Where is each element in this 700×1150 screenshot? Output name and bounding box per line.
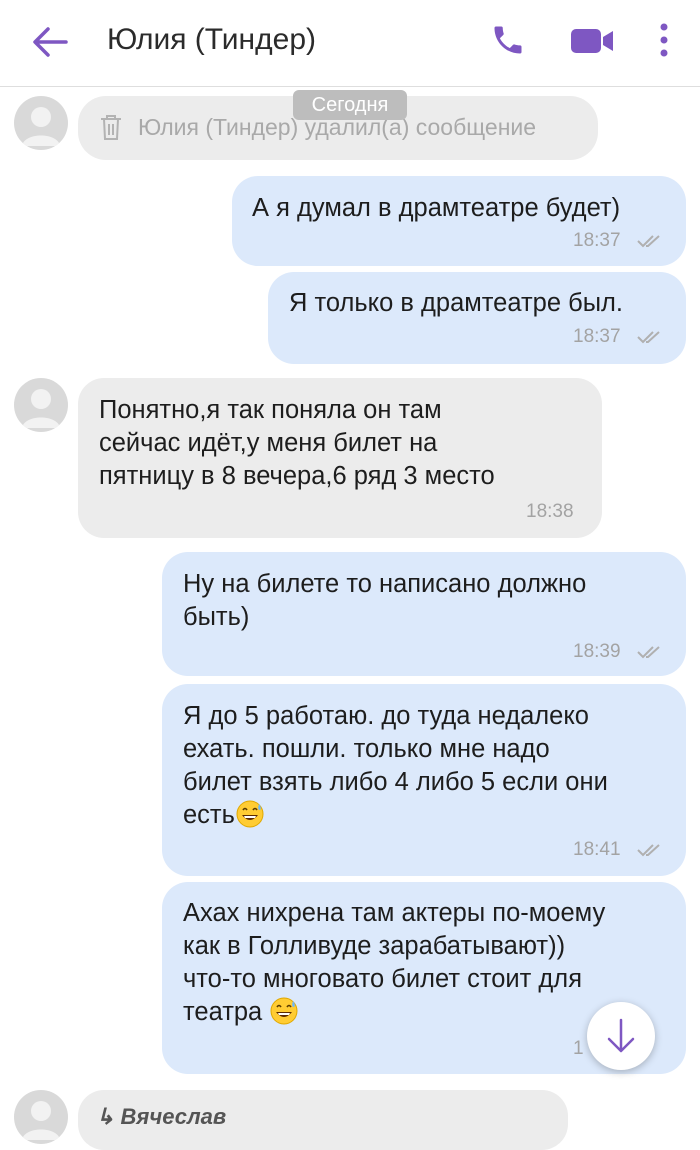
avatar[interactable] (14, 1090, 68, 1144)
call-button[interactable] (490, 22, 526, 58)
video-call-button[interactable] (568, 24, 616, 58)
double-check-icon (637, 331, 660, 344)
avatar[interactable] (14, 378, 68, 432)
message-text: Ну на билете то написано должно (183, 570, 587, 598)
arrow-down-icon (607, 1018, 635, 1053)
back-button[interactable] (30, 24, 70, 60)
message-text-with-emoji: есть (183, 799, 265, 832)
message-text: А я думал в драмтеатре будет) (252, 194, 621, 222)
chat-title[interactable]: Юлия (Тиндер) (107, 20, 316, 60)
message-text: билет взять либо 4 либо 5 если они (183, 768, 608, 796)
grinning-face-with-sweat-emoji (236, 800, 264, 828)
avatar[interactable] (14, 96, 68, 150)
message-time: 18:37 (573, 326, 621, 347)
message-text: Ахах нихрена там актеры по-моему (183, 899, 606, 927)
message-time: 18:39 (573, 641, 621, 662)
date-separator: Сегодня (293, 90, 407, 120)
message-text-with-emoji: театра (183, 996, 299, 1029)
trash-icon (101, 115, 121, 140)
message-time: 18:37 (573, 230, 621, 251)
message-text: Я до 5 работаю. до туда недалеко (183, 702, 589, 730)
message-text: как в Голливуде зарабатывают)) (183, 932, 566, 960)
message-text: Понятно,я так поняла он там (99, 396, 442, 424)
message-text: пятницу в 8 вечера,6 ряд 3 место (99, 462, 495, 490)
more-vertical-icon (660, 23, 668, 57)
back-arrow-icon (33, 27, 68, 57)
message-time: 18:41 (573, 839, 621, 860)
avatar-silhouette-icon (22, 389, 60, 428)
phone-icon (494, 26, 522, 54)
avatar-silhouette-icon (22, 107, 60, 146)
double-check-icon (637, 646, 660, 659)
reply-preview: ↳ Вячеслав (96, 1104, 227, 1129)
more-options-button[interactable] (652, 18, 676, 62)
chat-header: Юлия (Тиндер) (0, 0, 700, 87)
message-text: что-то многовато билет стоит для (183, 965, 582, 993)
video-camera-icon (571, 29, 613, 53)
avatar-silhouette-icon (22, 1101, 60, 1140)
message-text: Я только в драмтеатре был. (289, 289, 624, 317)
double-check-icon (637, 235, 660, 248)
scroll-to-bottom-button[interactable] (587, 1002, 655, 1070)
message-text: быть) (183, 603, 250, 631)
message-time: 18:38 (526, 501, 574, 522)
grinning-face-with-sweat-emoji (270, 997, 298, 1025)
message-text: театра (183, 998, 263, 1026)
message-text: сейчас идёт,у меня билет на (99, 429, 438, 457)
message-text: ехать. пошли. только мне надо (183, 735, 550, 763)
message-text: есть (183, 801, 235, 829)
message-time: 1 (573, 1038, 584, 1059)
double-check-icon (637, 844, 660, 857)
